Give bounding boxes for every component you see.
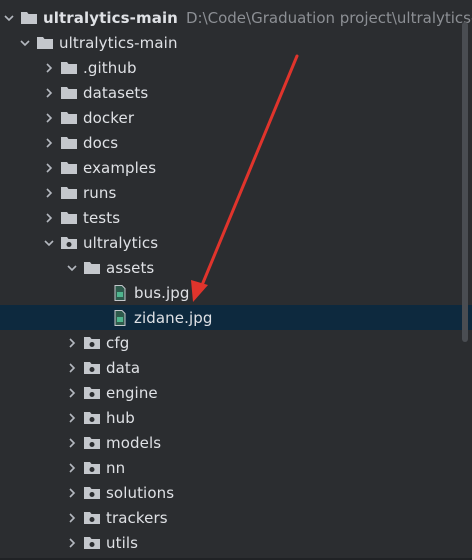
chevron-right-icon[interactable] xyxy=(40,209,58,227)
chevron-right-icon[interactable] xyxy=(40,159,58,177)
package-folder-icon xyxy=(83,535,101,551)
package-folder-icon xyxy=(83,385,101,401)
tree-row[interactable]: trackers xyxy=(0,505,472,530)
tree-label: trackers xyxy=(106,508,168,527)
tree-row[interactable]: docker xyxy=(0,105,472,130)
tree-row[interactable]: datasets xyxy=(0,80,472,105)
package-folder-icon xyxy=(83,485,101,501)
chevron-right-icon[interactable] xyxy=(40,84,58,102)
package-folder-icon xyxy=(83,360,101,376)
tree-row[interactable]: data xyxy=(0,355,472,380)
vertical-scrollbar[interactable] xyxy=(462,22,468,342)
tree-label: .github xyxy=(83,58,137,77)
tree-row[interactable]: ultralytics-main xyxy=(0,30,472,55)
chevron-right-icon[interactable] xyxy=(63,509,81,527)
image-file-icon xyxy=(111,309,129,326)
tree-row[interactable]: .github xyxy=(0,55,472,80)
folder-icon xyxy=(60,60,78,76)
tree-label: examples xyxy=(83,158,157,177)
image-file-icon xyxy=(111,284,129,301)
package-folder-icon xyxy=(83,435,101,451)
folder-icon xyxy=(83,260,101,276)
chevron-right-icon[interactable] xyxy=(63,409,81,427)
folder-icon xyxy=(60,160,78,176)
chevron-right-icon[interactable] xyxy=(40,184,58,202)
tree-label: utils xyxy=(106,533,139,552)
tree-label: models xyxy=(106,433,162,452)
chevron-right-icon[interactable] xyxy=(63,434,81,452)
chevron-right-icon[interactable] xyxy=(40,109,58,127)
tree-row-root[interactable]: ultralytics-main D:\Code\Graduation proj… xyxy=(0,5,472,30)
tree-label: nn xyxy=(106,458,126,477)
project-tree: ultralytics-main D:\Code\Graduation proj… xyxy=(0,0,472,560)
package-folder-icon xyxy=(83,510,101,526)
tree-row[interactable]: nn xyxy=(0,455,472,480)
tree-row[interactable]: runs xyxy=(0,180,472,205)
folder-icon xyxy=(20,10,38,26)
tree-label: docs xyxy=(83,133,119,152)
root-path: D:\Code\Graduation project\ultralytics-m xyxy=(185,8,472,27)
tree-row[interactable]: assets xyxy=(0,255,472,280)
tree-label: bus.jpg xyxy=(134,283,190,302)
folder-icon xyxy=(60,110,78,126)
tree-label: docker xyxy=(83,108,135,127)
chevron-right-icon[interactable] xyxy=(63,384,81,402)
tree-label: runs xyxy=(83,183,117,202)
tree-row[interactable]: ultralytics xyxy=(0,230,472,255)
chevron-down-icon[interactable] xyxy=(40,234,58,252)
package-folder-icon xyxy=(83,410,101,426)
chevron-right-icon[interactable] xyxy=(63,359,81,377)
folder-icon xyxy=(60,185,78,201)
tree-label: ultralytics-main xyxy=(59,33,178,52)
tree-row[interactable]: docs xyxy=(0,130,472,155)
tree-row-file-selected[interactable]: zidane.jpg xyxy=(0,305,472,330)
chevron-right-icon[interactable] xyxy=(63,334,81,352)
tree-label: ultralytics xyxy=(83,233,159,252)
tree-label: data xyxy=(106,358,141,377)
folder-icon xyxy=(60,135,78,151)
folder-icon xyxy=(36,35,54,51)
tree-row[interactable]: utils xyxy=(0,530,472,555)
tree-label: ultralytics-main xyxy=(43,8,178,27)
chevron-down-icon[interactable] xyxy=(0,9,18,27)
tree-row[interactable]: examples xyxy=(0,155,472,180)
tree-row-file[interactable]: bus.jpg xyxy=(0,280,472,305)
tree-label: assets xyxy=(106,258,155,277)
folder-icon xyxy=(60,210,78,226)
tree-label: datasets xyxy=(83,83,149,102)
tree-label: engine xyxy=(106,383,158,402)
tree-row[interactable]: models xyxy=(0,430,472,455)
tree-label: cfg xyxy=(106,333,130,352)
chevron-right-icon[interactable] xyxy=(63,459,81,477)
package-folder-icon xyxy=(83,460,101,476)
chevron-right-icon[interactable] xyxy=(63,534,81,552)
tree-label: zidane.jpg xyxy=(134,308,213,327)
chevron-down-icon[interactable] xyxy=(63,259,81,277)
tree-label: solutions xyxy=(106,483,175,502)
folder-icon xyxy=(60,85,78,101)
package-folder-icon xyxy=(60,235,78,251)
tree-row[interactable]: engine xyxy=(0,380,472,405)
chevron-down-icon[interactable] xyxy=(16,34,34,52)
tree-row[interactable]: tests xyxy=(0,205,472,230)
tree-row[interactable]: cfg xyxy=(0,330,472,355)
tree-row[interactable]: solutions xyxy=(0,480,472,505)
chevron-right-icon[interactable] xyxy=(40,59,58,77)
chevron-right-icon[interactable] xyxy=(63,484,81,502)
tree-row[interactable]: hub xyxy=(0,405,472,430)
package-folder-icon xyxy=(83,335,101,351)
chevron-right-icon[interactable] xyxy=(40,134,58,152)
tree-label: tests xyxy=(83,208,121,227)
tree-label: hub xyxy=(106,408,135,427)
